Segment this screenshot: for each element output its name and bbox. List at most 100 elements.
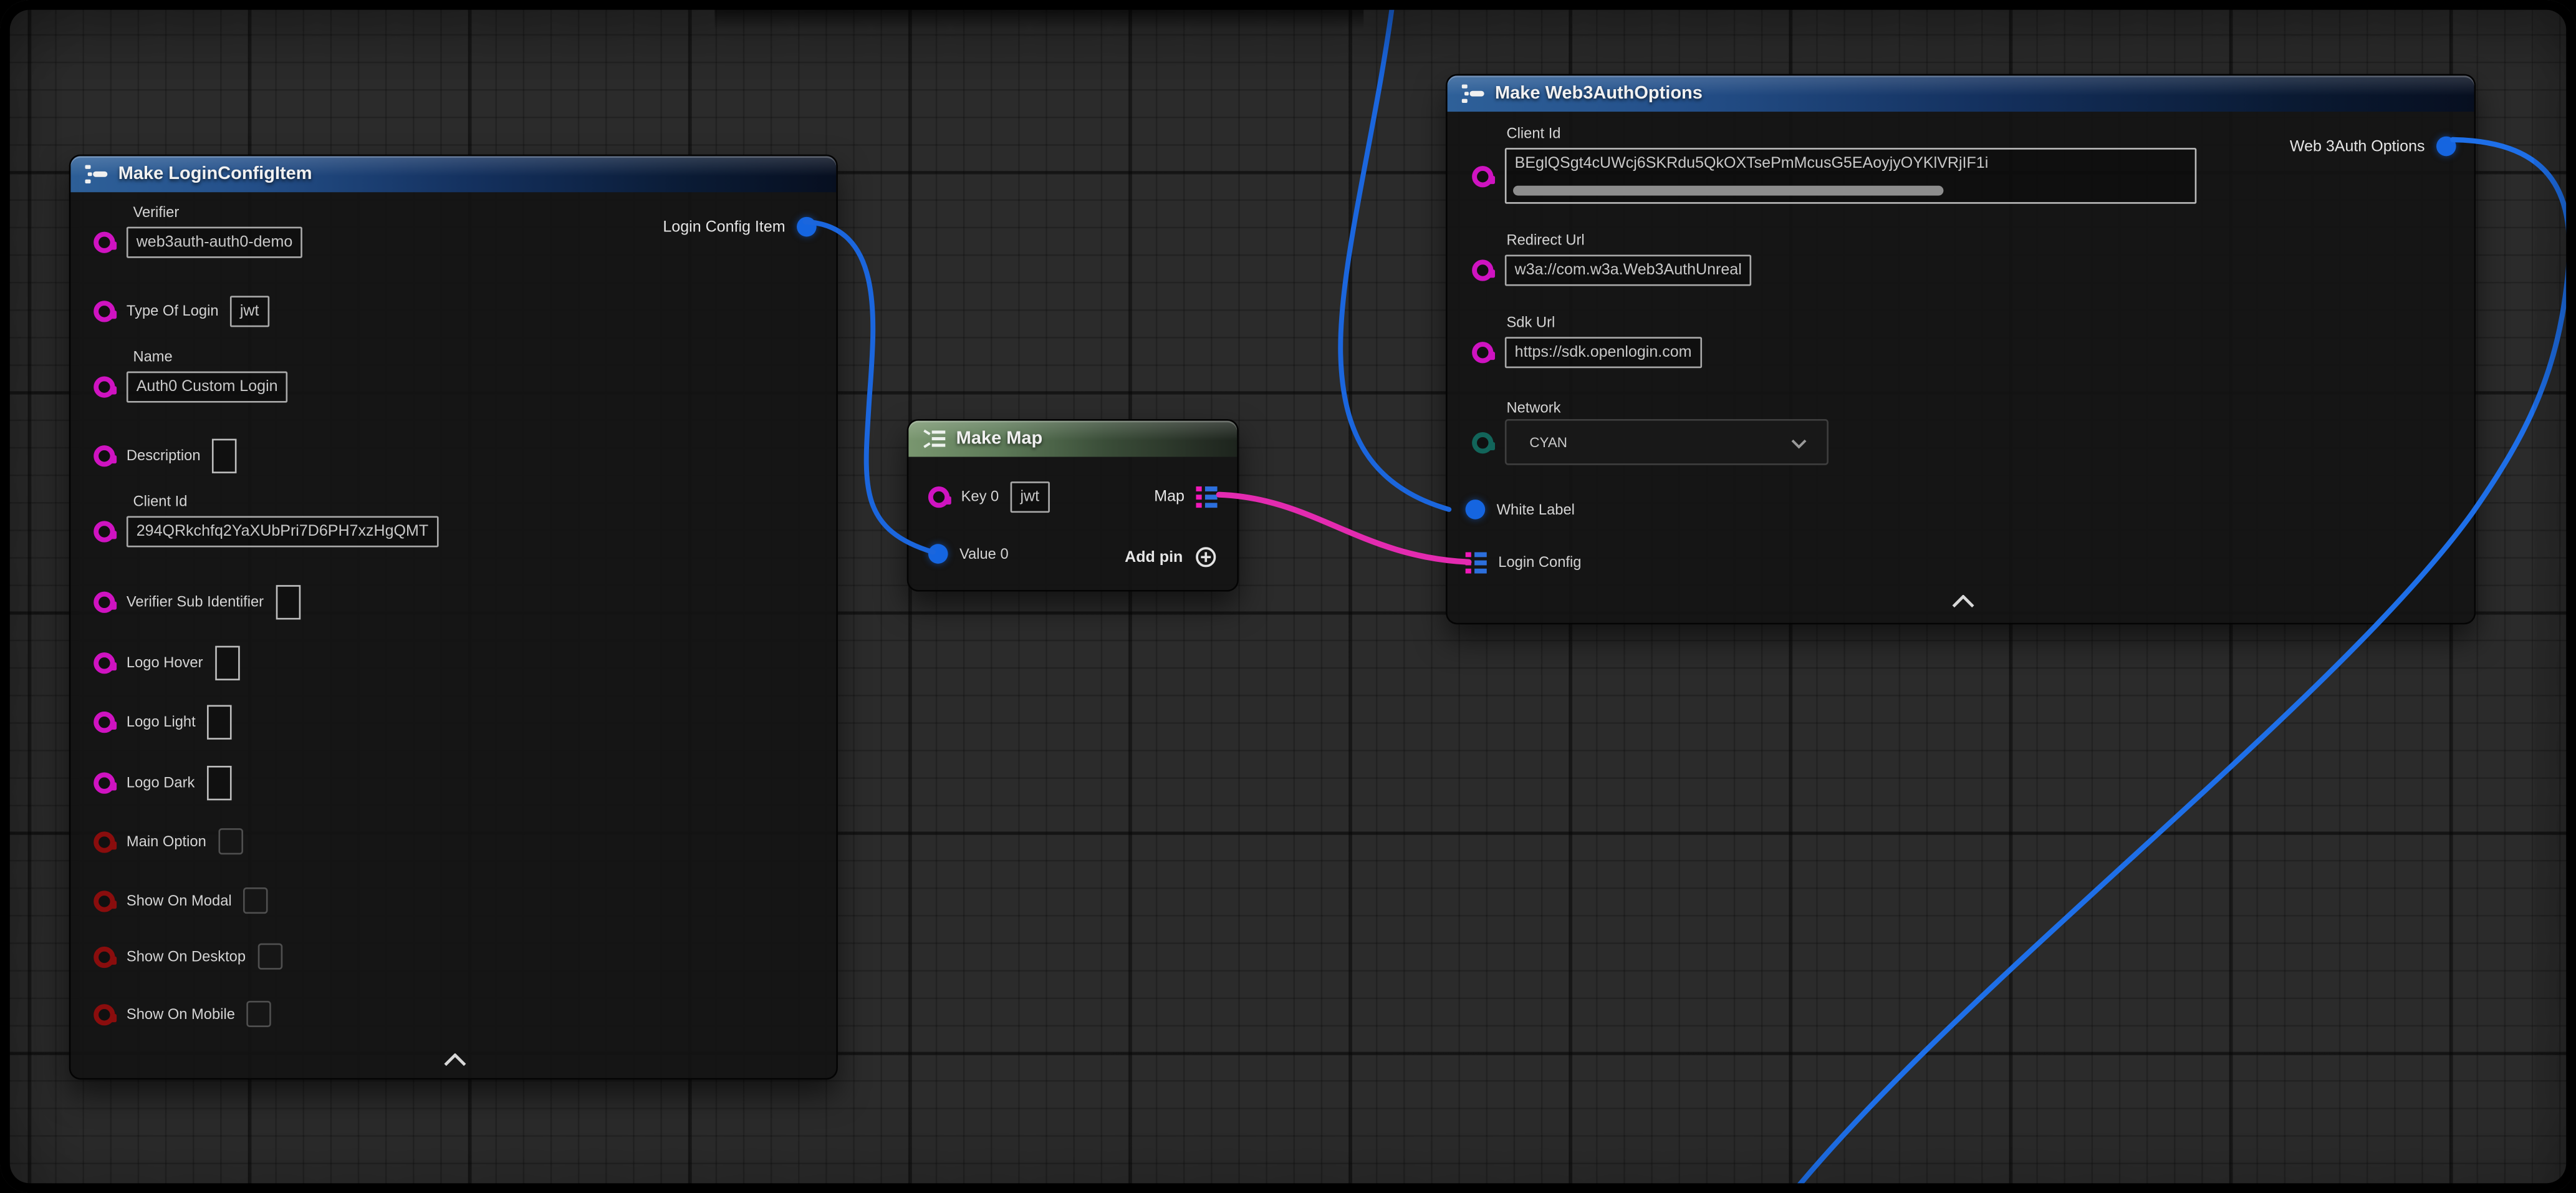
pin-row-sdk-url: https://sdk.openlogin.com [1472,336,1701,369]
output-login-config-item[interactable]: Login Config Item [663,210,816,243]
pin-client-id[interactable] [1472,165,1493,186]
pin-logo-hover[interactable] [94,652,115,673]
pin-label-sdk-url: Sdk Url [1506,312,1555,332]
make-map-icon [921,429,946,449]
pin-row-network: CYAN [1472,419,1829,465]
pin-web3auth-options-output[interactable] [2436,137,2456,157]
node-header[interactable]: Make Web3AuthOptions [1448,75,2474,112]
pin-row-show-on-modal: Show On Modal [94,884,267,917]
pin-key-0[interactable] [928,486,949,507]
field-name[interactable]: Auth0 Custom Login [127,370,287,402]
checkbox-show-on-modal[interactable] [243,887,268,914]
node-header[interactable]: Make Map [908,421,1237,457]
make-struct-icon [84,165,108,185]
map-pin-icon[interactable] [1196,486,1217,507]
pin-network[interactable] [1472,432,1493,453]
node-make-map[interactable]: Make Map Key 0 jwt Map Value 0 Add pin [907,419,1239,592]
field-horizontal-scrollbar[interactable] [1513,186,1943,196]
node-make-web3authoptions[interactable]: Make Web3AuthOptions Web 3Auth Options C… [1446,74,2476,625]
pin-label-client-id: Client Id [133,491,187,511]
offscreen-node-shadow [714,0,1363,29]
field-verifier[interactable]: web3auth-auth0-demo [127,226,302,257]
pin-verifier-sub-identifier[interactable] [94,591,115,612]
wire-offscreen-to-white-label[interactable] [1340,0,1449,510]
node-title: Make Web3AuthOptions [1495,84,1703,104]
pin-verifier[interactable] [94,231,115,252]
field-redirect-url[interactable]: w3a://com.w3a.Web3AuthUnreal [1505,254,1752,285]
pin-label-name: Name [133,347,172,367]
network-selected-value: CYAN [1529,434,1567,450]
node-header[interactable]: Make LoginConfigItem [70,156,836,192]
pin-row-key-0: Key 0 jwt [928,480,1049,513]
map-pin-icon[interactable] [1466,551,1487,572]
pin-label-value-0: Value 0 [959,546,1009,562]
wire-map-to-login-config[interactable] [1219,495,1469,562]
field-verifier-sub-identifier[interactable] [276,584,300,619]
checkbox-main-option[interactable] [218,828,243,854]
make-struct-icon [1461,84,1486,104]
pin-label-logo-dark: Logo Dark [127,774,195,790]
pin-white-label[interactable] [1466,500,1486,519]
pin-logo-light[interactable] [94,711,115,732]
pin-sdk-url[interactable] [1472,341,1493,362]
pin-login-config-item-output[interactable] [797,217,817,237]
node-title: Make Map [956,429,1043,449]
pin-label-client-id: Client Id [1506,123,1560,143]
pin-row-verifier: web3auth-auth0-demo [94,225,302,258]
pin-row-login-config: Login Config [1466,546,1582,579]
pin-main-option[interactable] [94,831,115,852]
field-sdk-url[interactable]: https://sdk.openlogin.com [1505,336,1702,367]
pin-logo-dark[interactable] [94,771,115,793]
chevron-down-icon [1790,439,1807,449]
field-client-id[interactable]: BEglQSgt4cUWcj6SKRdu5QkOXTsePmMcusG5EAoy… [1505,148,2196,204]
pin-value-0[interactable] [928,544,948,564]
network-dropdown[interactable]: CYAN [1505,419,1829,465]
pin-row-logo-hover: Logo Hover [94,646,239,679]
node-title: Make LoginConfigItem [118,165,312,185]
add-pin-label: Add pin [1125,548,1183,566]
pin-redirect-url[interactable] [1472,259,1493,280]
pin-label-main-option: Main Option [127,833,206,849]
checkbox-show-on-mobile[interactable] [246,1001,271,1027]
pin-row-value-0: Value 0 [928,538,1009,571]
field-type-of-login[interactable]: jwt [230,295,269,326]
pin-label-verifier: Verifier [133,202,179,222]
blueprint-canvas[interactable]: Make LoginConfigItem Login Config Item V… [0,0,2576,1193]
field-logo-dark[interactable] [206,765,231,799]
pin-description[interactable] [94,445,115,466]
pin-client-id[interactable] [94,520,115,541]
output-label: Login Config Item [663,218,785,236]
pin-row-client-id: BEglQSgt4cUWcj6SKRdu5QkOXTsePmMcusG5EAoy… [1472,148,2196,204]
pin-row-name: Auth0 Custom Login [94,370,287,403]
pin-label-key-0: Key 0 [961,488,999,505]
pin-row-white-label: White Label [1466,493,1575,526]
collapse-chevron-icon[interactable] [1952,595,1975,608]
add-pin-button[interactable]: Add pin [1125,541,1218,574]
pin-label-redirect-url: Redirect Url [1506,230,1584,250]
collapse-chevron-icon[interactable] [444,1053,467,1066]
pin-show-on-modal[interactable] [94,890,115,911]
node-make-loginconfigitem[interactable]: Make LoginConfigItem Login Config Item V… [69,155,838,1080]
output-web3auth-options[interactable]: Web 3Auth Options [2290,130,2456,163]
pin-label-show-on-mobile: Show On Mobile [127,1006,235,1022]
field-logo-hover[interactable] [214,645,239,679]
pin-show-on-desktop[interactable] [94,946,115,967]
pin-label-white-label: White Label [1497,501,1575,518]
output-map[interactable]: Map [1154,480,1217,513]
pin-row-redirect-url: w3a://com.w3a.Web3AuthUnreal [1472,253,1751,286]
pin-type-of-login[interactable] [94,300,115,321]
pin-row-description: Description [94,439,236,472]
pin-row-logo-dark: Logo Dark [94,766,231,799]
pin-label-network: Network [1506,398,1560,418]
pin-row-main-option: Main Option [94,825,243,858]
pin-name[interactable] [94,375,115,397]
add-pin-icon [1194,546,1218,569]
field-key-0[interactable]: jwt [1011,481,1049,512]
field-logo-light[interactable] [207,704,232,738]
field-client-id[interactable]: 294QRkchfq2YaXUbPri7D6PH7xzHgQMT [127,515,438,546]
checkbox-show-on-desktop[interactable] [257,944,282,970]
pin-label-type-of-login: Type Of Login [127,302,219,319]
field-description[interactable] [212,438,237,472]
pin-show-on-mobile[interactable] [94,1003,115,1025]
pin-label-logo-light: Logo Light [127,713,196,730]
